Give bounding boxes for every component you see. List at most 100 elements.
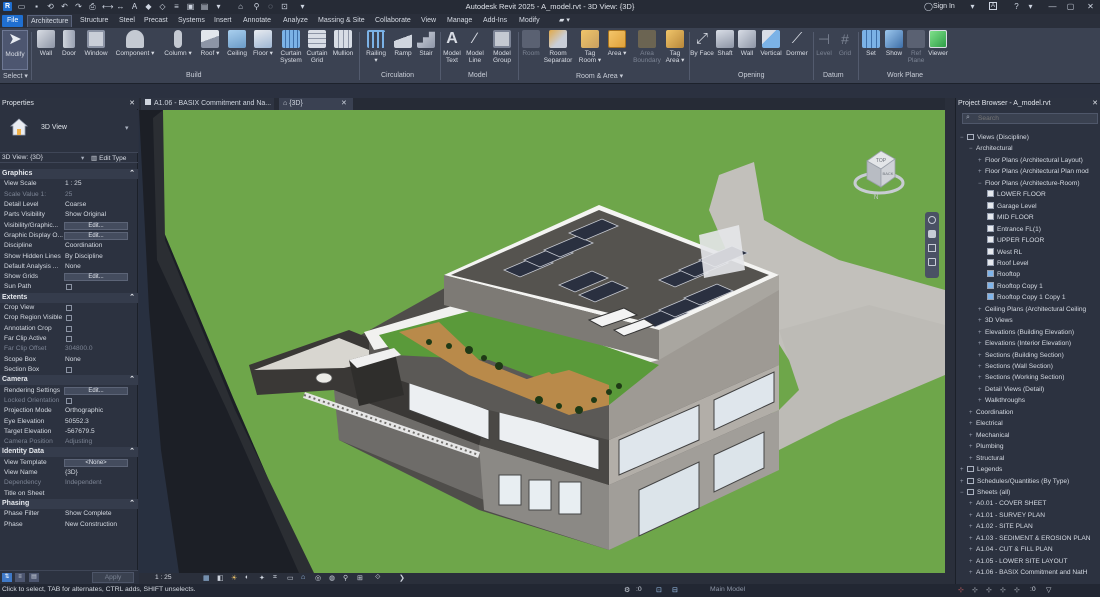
tree-toggle-icon[interactable]: +	[978, 339, 985, 350]
property-value[interactable]: -567679.5	[65, 427, 135, 437]
tree-toggle-icon[interactable]: −	[969, 144, 976, 155]
modify-button[interactable]: ➤ Modify	[2, 30, 28, 70]
tree-toggle-icon[interactable]: +	[978, 305, 985, 316]
dropdown-signin-icon[interactable]: ▾	[968, 2, 977, 11]
property-checkbox[interactable]	[66, 325, 72, 332]
tree-toggle-icon[interactable]: +	[960, 465, 967, 476]
tree-toggle-icon[interactable]: +	[969, 545, 976, 556]
curtain-grid-button[interactable]: Curtain Grid	[305, 30, 329, 64]
property-edit-button[interactable]: Edit...	[64, 386, 128, 395]
maximize-icon[interactable]: ▢	[1066, 2, 1075, 11]
browser-item[interactable]: + Structural	[969, 453, 1004, 464]
apply-button[interactable]: Apply	[92, 572, 134, 583]
model-group-button[interactable]: Model Group	[489, 30, 515, 64]
browser-item[interactable]: − Views (Discipline)	[960, 132, 1029, 143]
user-icon[interactable]: ◯	[924, 2, 933, 11]
tree-toggle-icon[interactable]: +	[969, 511, 976, 522]
group-select[interactable]: Select ▾	[3, 72, 28, 80]
property-value[interactable]: Independent	[65, 478, 135, 488]
floor-button[interactable]: Floor ▾	[251, 30, 275, 57]
property-value[interactable]: 304800.0	[65, 344, 135, 354]
tree-toggle-icon[interactable]: +	[969, 534, 976, 545]
tree-toggle-icon[interactable]: +	[978, 156, 985, 167]
close-window-icon[interactable]: ✕	[1086, 2, 1095, 11]
properties-list-icon[interactable]: ≡	[15, 573, 25, 582]
edit-type-button[interactable]: ▥ Edit Type	[91, 154, 126, 162]
area-button[interactable]: Area ▾	[606, 30, 628, 57]
tab-annotate[interactable]: Annotate	[240, 15, 274, 27]
highlight-displacement-icon[interactable]: ⟐	[375, 574, 381, 582]
browser-item[interactable]: + A1.04 - CUT & FILL PLAN	[969, 544, 1053, 555]
tree-toggle-icon[interactable]: +	[969, 499, 976, 510]
tree-toggle-icon[interactable]: +	[969, 557, 976, 568]
property-value[interactable]: 25	[65, 190, 135, 200]
vertical-button[interactable]: Vertical	[758, 30, 784, 57]
sun-path-icon[interactable]: ☀	[231, 574, 237, 582]
browser-item[interactable]: + Ceiling Plans (Architectural Ceiling	[978, 304, 1086, 315]
property-value[interactable]: Show Original	[65, 210, 135, 220]
browser-item[interactable]: + Coordination	[969, 407, 1013, 418]
tree-toggle-icon[interactable]: +	[969, 454, 976, 465]
door-button[interactable]: Door	[59, 30, 79, 57]
tree-toggle-icon[interactable]: +	[978, 385, 985, 396]
set-button[interactable]: Set	[860, 30, 882, 57]
property-checkbox[interactable]	[66, 336, 72, 342]
type-selector[interactable]: 3D View ▾	[0, 110, 138, 152]
room-button[interactable]: Room	[520, 30, 542, 57]
railing-button[interactable]: Railing ▾	[364, 30, 388, 64]
property-row[interactable]: Crop Region Visible	[0, 313, 138, 323]
collapse-icon[interactable]: ⌃	[129, 499, 135, 509]
selector-dropdown-icon[interactable]: ▾	[81, 154, 84, 162]
tree-toggle-icon[interactable]: −	[960, 133, 967, 144]
tab-add-ins[interactable]: Add-Ins	[480, 15, 510, 27]
property-checkbox[interactable]	[66, 315, 72, 322]
tree-toggle-icon[interactable]: +	[969, 431, 976, 442]
property-row[interactable]: Far Clip Offset 304800.0	[0, 344, 138, 354]
property-row[interactable]: Crop View	[0, 303, 138, 313]
level-button[interactable]: ⊣ Level	[814, 30, 834, 57]
tree-toggle-icon[interactable]: +	[969, 568, 976, 579]
model-canvas[interactable]: TOP BACK N	[139, 110, 945, 573]
property-row[interactable]: View Template <None>	[0, 458, 138, 468]
browser-item[interactable]: + A1.06 - BASIX Commitment and NatH	[969, 567, 1087, 578]
section-graphics[interactable]: Graphics ⌃	[0, 169, 138, 179]
property-value[interactable]: 1 : 25	[65, 179, 135, 189]
tab-systems[interactable]: Systems	[175, 15, 208, 27]
browser-item[interactable]: + Floor Plans (Architectural Layout)	[978, 155, 1083, 166]
property-value[interactable]: Coordination	[65, 241, 135, 251]
browser-item[interactable]: + Legends	[960, 464, 1002, 475]
unlocked-view-icon[interactable]: ⌂	[301, 574, 305, 581]
view-tab-sheet[interactable]: A1.06 - BASIX Commitment and Na...	[141, 98, 274, 110]
property-row[interactable]: View Name {3D}	[0, 468, 138, 478]
select-pinned-icon[interactable]: ⊹	[986, 586, 992, 594]
group-room-area[interactable]: Room & Area ▾	[576, 72, 623, 80]
section-phasing[interactable]: Phasing ⌃	[0, 499, 138, 509]
property-checkbox[interactable]	[66, 305, 72, 312]
ref-plane-button[interactable]: Ref Plane	[905, 30, 927, 64]
steering-wheel-icon[interactable]	[928, 216, 936, 224]
viewer-button[interactable]: Viewer	[926, 30, 950, 57]
select-face-icon[interactable]: ⊹	[1000, 586, 1006, 594]
tab-collaborate[interactable]: Collaborate	[372, 15, 414, 27]
zoom-icon[interactable]	[928, 230, 936, 238]
browser-item[interactable]: + A1.01 - SURVEY PLAN	[969, 510, 1045, 521]
property-edit-button[interactable]: Edit...	[64, 221, 128, 230]
browser-item[interactable]: LOWER FLOOR	[987, 189, 1046, 200]
property-value[interactable]: By Discipline	[65, 252, 135, 262]
browser-item[interactable]: MID FLOOR	[987, 212, 1034, 223]
browser-item[interactable]: Rooftop Copy 1	[987, 281, 1043, 292]
browser-item[interactable]: +3D Views	[978, 315, 1013, 326]
tag-room-button[interactable]: Tag Room ▾	[578, 30, 602, 64]
section-extents[interactable]: Extents ⌃	[0, 292, 138, 303]
view-scale[interactable]: 1 : 25	[155, 574, 172, 581]
opening-wall-button[interactable]: Wall	[737, 30, 757, 57]
property-row[interactable]: Detail Level Coarse	[0, 200, 138, 210]
help-circle-icon[interactable]: ?	[1012, 2, 1021, 11]
model-line-button[interactable]: ∕ Model Line	[464, 30, 486, 64]
property-row[interactable]: Scope Box None	[0, 355, 138, 365]
pan-icon[interactable]	[928, 244, 936, 252]
close-browser-icon[interactable]: ✕	[1092, 98, 1098, 109]
tab-structure[interactable]: Structure	[77, 15, 111, 27]
design-options-icon[interactable]: ⊟	[672, 586, 678, 594]
browser-search-box[interactable]: ⌕	[962, 113, 1098, 124]
